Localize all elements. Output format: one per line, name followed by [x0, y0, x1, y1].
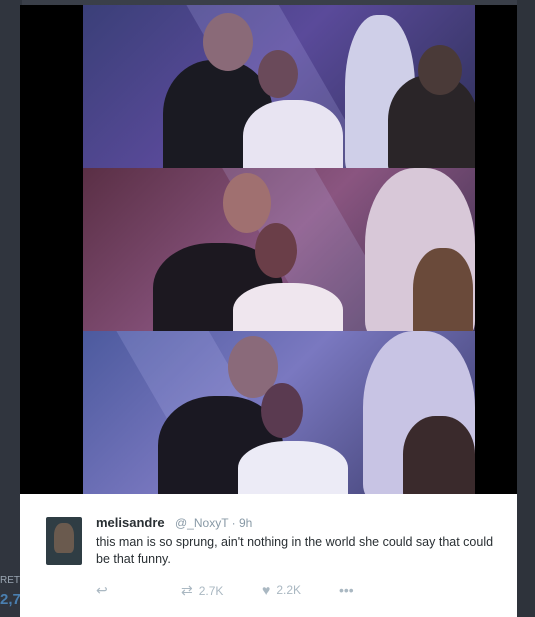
tweet-meta: @_NoxyT · 9h: [175, 516, 252, 530]
display-name[interactable]: melisandre: [96, 515, 165, 530]
tweet-media[interactable]: [20, 5, 517, 494]
tweet-actions: ↩ ⇄ 2.7K ♥ 2.2K •••: [96, 582, 496, 600]
backdrop-right-edge: [517, 0, 535, 617]
retweet-button[interactable]: ⇄ 2.7K: [181, 582, 223, 599]
reply-icon: ↩: [96, 582, 108, 598]
avatar[interactable]: [46, 517, 82, 565]
photo-panel-1: [83, 5, 475, 168]
like-button[interactable]: ♥ 2.2K: [262, 582, 301, 598]
like-count: 2.2K: [276, 583, 301, 597]
tweet-text: this man is so sprung, ain't nothing in …: [96, 535, 494, 566]
more-button[interactable]: •••: [339, 582, 354, 598]
photo-panel-3: [83, 331, 475, 494]
photo-collage[interactable]: [83, 5, 475, 494]
reply-button[interactable]: ↩: [96, 582, 108, 599]
heart-icon: ♥: [262, 582, 271, 598]
timestamp[interactable]: 9h: [239, 516, 252, 530]
background-edge-label: RET: [0, 575, 20, 586]
handle[interactable]: @_NoxyT: [175, 516, 228, 530]
background-edge-number: 2,7: [0, 591, 21, 608]
separator-dot: ·: [231, 516, 236, 530]
backdrop-left-edge: [0, 0, 22, 617]
tweet-card: melisandre @_NoxyT · 9h this man is so s…: [20, 494, 517, 617]
more-icon: •••: [339, 582, 354, 598]
photo-panel-2: [83, 168, 475, 331]
retweet-icon: ⇄: [181, 582, 193, 598]
retweet-count: 2.7K: [198, 583, 224, 598]
